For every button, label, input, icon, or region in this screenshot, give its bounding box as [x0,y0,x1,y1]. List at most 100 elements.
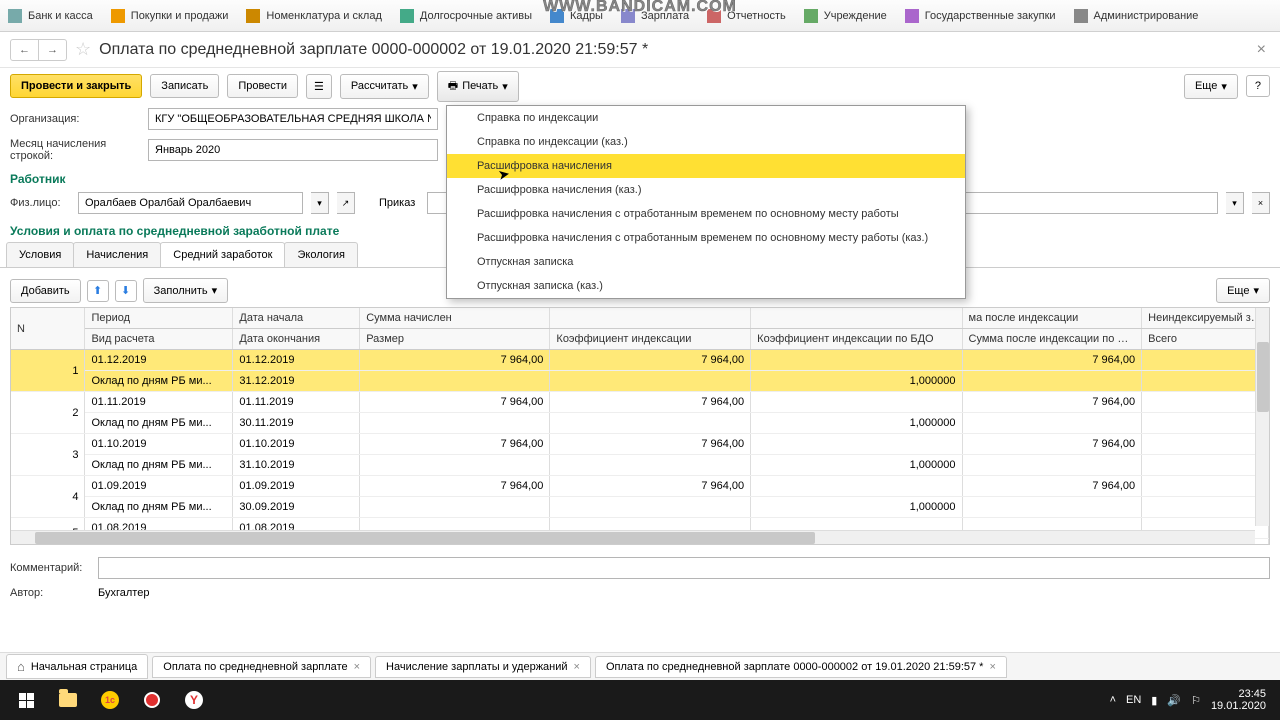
open-button[interactable]: ↗ [337,192,355,214]
print-button[interactable]: 🖶 Печать ▾ [437,71,519,102]
col-noidx[interactable]: Неиндексируемый зар [1142,308,1269,329]
fiz-input[interactable] [78,192,303,214]
nav-item[interactable]: Банк и касса [8,9,93,23]
fill-button[interactable]: Заполнить ▾ [143,278,229,303]
move-up-button[interactable]: ⬆ [87,280,109,302]
close-tab-icon[interactable]: × [354,661,360,673]
print-menu-item[interactable]: Расшифровка начисления с отработанным вр… [447,226,965,250]
table-row[interactable]: 201.11.201901.11.20197 964,007 964,007 9… [11,392,1269,413]
print-menu-item[interactable]: Справка по индексации (каз.) [447,130,965,154]
post-button[interactable]: Провести [227,74,298,98]
nav-item[interactable]: Государственные закупки [905,9,1056,23]
table-row[interactable]: Оклад по дням РБ ми...30.11.20191,000000 [11,413,1269,434]
select-button[interactable]: ▾ [1226,192,1244,214]
fiz-label: Физ.лицо: [10,197,70,209]
network-icon[interactable]: ▮ [1151,694,1157,707]
sound-icon[interactable]: 🔊 [1167,694,1181,707]
print-menu-item[interactable]: Расшифровка начисления (каз.) [447,178,965,202]
print-menu-item[interactable]: Расшифровка начисления [447,154,965,178]
col-sum[interactable]: Сумма начислен [360,308,550,329]
add-button[interactable]: Добавить [10,279,81,303]
print-dropdown-menu[interactable]: Справка по индексацииСправка по индексац… [446,105,966,299]
back-icon[interactable]: ← [11,40,39,60]
table-row[interactable]: Оклад по дням РБ ми...31.12.20191,000000 [11,371,1269,392]
nav-item[interactable]: Учреждение [804,9,887,23]
print-menu-item[interactable]: Отпускная записка [447,250,965,274]
nav-item[interactable]: Долгосрочные активы [400,9,532,23]
clock[interactable]: 23:4519.01.2020 [1211,688,1266,712]
window-tab[interactable]: Оплата по среднедневной зарплате 0000-00… [595,656,1007,678]
more-button[interactable]: Еще ▾ [1184,74,1238,99]
table-row[interactable]: 401.09.201901.09.20197 964,007 964,007 9… [11,476,1269,497]
1c-app-icon[interactable]: 1c [90,683,130,717]
help-button[interactable]: ? [1246,75,1270,97]
org-input[interactable] [148,108,438,130]
tab[interactable]: Средний заработок [160,242,285,267]
print-menu-item[interactable]: Отпускная записка (каз.) [447,274,965,298]
table-row[interactable]: 101.12.201901.12.20197 964,007 964,007 9… [11,350,1269,371]
calculate-button[interactable]: Рассчитать ▾ [340,74,429,99]
vertical-scrollbar[interactable] [1255,308,1269,526]
close-tab-icon[interactable]: × [989,661,995,673]
col-after-bdo[interactable]: Сумма после индексации по БДО [962,329,1142,350]
horizontal-scrollbar[interactable] [11,530,1255,544]
chevron-down-icon: ▾ [212,284,218,297]
language-indicator[interactable]: EN [1126,694,1141,706]
close-icon[interactable]: × [1253,41,1270,59]
author-value: Бухгалтер [98,587,149,599]
col-total[interactable]: Всего [1142,329,1269,350]
cursor-icon: ➤ [497,165,512,184]
tray-chevron-icon[interactable]: ˄ [1110,694,1116,706]
nav-item[interactable]: Покупки и продажи [111,9,229,23]
clear-button[interactable]: × [1252,192,1270,214]
title-bar: ← → ☆ Оплата по среднедневной зарплате 0… [0,32,1280,68]
record-icon[interactable] [132,683,172,717]
window-tab[interactable]: ⌂ Начальная страница [6,654,148,679]
chevron-down-icon: ▾ [1221,80,1227,93]
col-koef[interactable]: Коэффициент индексации [550,329,751,350]
move-down-button[interactable]: ⬇ [115,280,137,302]
col-koef-bdo[interactable]: Коэффициент индексации по БДО [751,329,962,350]
window-tabs: ⌂ Начальная страницаОплата по среднеднев… [0,652,1280,680]
yandex-icon[interactable]: Y [174,683,214,717]
nav-arrows[interactable]: ← → [10,39,67,61]
tab[interactable]: Экология [284,242,358,267]
table-row[interactable]: Оклад по дням РБ ми...30.09.20191,000000 [11,497,1269,518]
more-button[interactable]: Еще ▾ [1216,278,1270,303]
tab-pane: Добавить ⬆ ⬇ Заполнить ▾ Еще ▾ N Период … [0,267,1280,551]
col-n[interactable]: N [11,308,85,350]
close-tab-icon[interactable]: × [574,661,580,673]
tab[interactable]: Начисления [73,242,161,267]
nav-item[interactable]: Администрирование [1074,9,1199,23]
forward-icon[interactable]: → [39,40,66,60]
start-button[interactable] [6,683,46,717]
post-and-close-button[interactable]: Провести и закрыть [10,74,142,98]
col-dend[interactable]: Дата окончания [233,329,360,350]
nav-item[interactable]: Номенклатура и склад [246,9,381,23]
data-table[interactable]: N Период Дата начала Сумма начислен ма п… [10,307,1270,545]
select-button[interactable]: ▾ [311,192,329,214]
window-tab[interactable]: Оплата по среднедневной зарплате × [152,656,371,678]
comment-input[interactable] [98,557,1270,579]
flag-icon[interactable]: ⚐ [1191,694,1201,707]
watermark: WWW.BANDICAM.COM [543,0,737,16]
favorite-star-icon[interactable]: ☆ [75,39,91,60]
list-icon-button[interactable]: ☰ [306,74,332,99]
write-button[interactable]: Записать [150,74,219,98]
print-menu-item[interactable]: Справка по индексации [447,106,965,130]
col-calc[interactable]: Вид расчета [85,329,233,350]
window-tab[interactable]: Начисление зарплаты и удержаний × [375,656,591,678]
table-row[interactable]: 301.10.201901.10.20197 964,007 964,007 9… [11,434,1269,455]
file-explorer-icon[interactable] [48,683,88,717]
table-row[interactable]: Оклад по дням РБ ми...31.10.20191,000000 [11,455,1269,476]
month-input[interactable] [148,139,438,161]
col-period[interactable]: Период [85,308,233,329]
col-dstart[interactable]: Дата начала [233,308,360,329]
col-after[interactable]: ма после индексации [962,308,1142,329]
author-label: Автор: [10,587,90,599]
tab[interactable]: Условия [6,242,74,267]
prikaz-label: Приказ [379,197,415,209]
system-tray[interactable]: ˄ EN ▮ 🔊 ⚐ 23:4519.01.2020 [1110,688,1274,712]
col-size[interactable]: Размер [360,329,550,350]
print-menu-item[interactable]: Расшифровка начисления с отработанным вр… [447,202,965,226]
